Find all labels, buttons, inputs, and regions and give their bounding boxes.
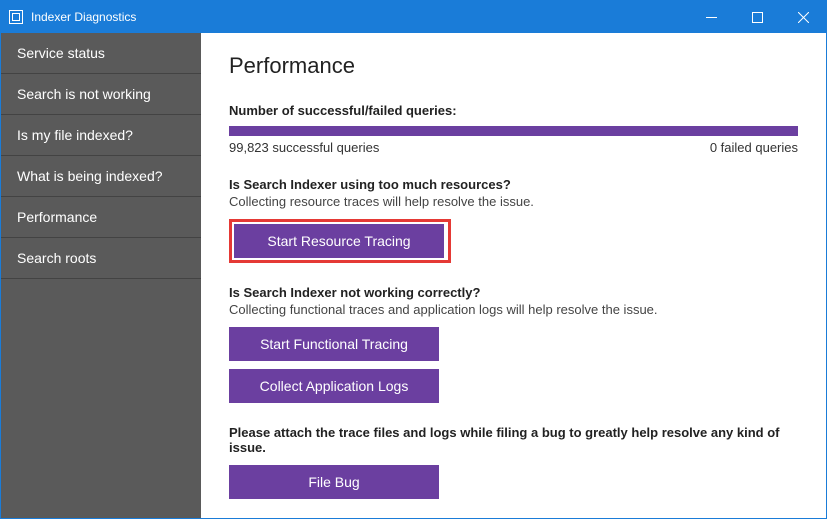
sidebar: Service status Search is not working Is …	[1, 33, 201, 518]
sidebar-item-performance[interactable]: Performance	[1, 197, 201, 238]
sidebar-item-search-roots[interactable]: Search roots	[1, 238, 201, 279]
resource-heading: Is Search Indexer using too much resourc…	[229, 177, 798, 192]
sidebar-item-file-indexed[interactable]: Is my file indexed?	[1, 115, 201, 156]
functional-block: Is Search Indexer not working correctly?…	[229, 285, 798, 403]
successful-queries-text: 99,823 successful queries	[229, 140, 379, 155]
sidebar-item-label: Search roots	[17, 250, 96, 266]
sidebar-item-label: Is my file indexed?	[17, 127, 133, 143]
sidebar-item-search-not-working[interactable]: Search is not working	[1, 74, 201, 115]
window-title: Indexer Diagnostics	[31, 10, 688, 24]
start-resource-tracing-button[interactable]: Start Resource Tracing	[234, 224, 444, 258]
sidebar-item-being-indexed[interactable]: What is being indexed?	[1, 156, 201, 197]
attach-block: Please attach the trace files and logs w…	[229, 425, 798, 499]
functional-heading: Is Search Indexer not working correctly?	[229, 285, 798, 300]
titlebar: Indexer Diagnostics	[1, 1, 826, 33]
resource-subtext: Collecting resource traces will help res…	[229, 194, 798, 209]
queries-heading: Number of successful/failed queries:	[229, 103, 798, 118]
queries-progress-bar	[229, 126, 798, 136]
sidebar-item-label: Search is not working	[17, 86, 151, 102]
maximize-icon	[752, 12, 763, 23]
close-button[interactable]	[780, 1, 826, 33]
queries-stats-row: 99,823 successful queries 0 failed queri…	[229, 140, 798, 155]
collect-application-logs-button[interactable]: Collect Application Logs	[229, 369, 439, 403]
file-bug-button[interactable]: File Bug	[229, 465, 439, 499]
close-icon	[798, 12, 809, 23]
app-icon	[9, 10, 23, 24]
resource-block: Is Search Indexer using too much resourc…	[229, 177, 798, 263]
sidebar-item-label: Service status	[17, 45, 105, 61]
start-functional-tracing-button[interactable]: Start Functional Tracing	[229, 327, 439, 361]
sidebar-item-label: What is being indexed?	[17, 168, 163, 184]
sidebar-item-service-status[interactable]: Service status	[1, 33, 201, 74]
minimize-icon	[706, 12, 717, 23]
minimize-button[interactable]	[688, 1, 734, 33]
sidebar-item-label: Performance	[17, 209, 97, 225]
maximize-button[interactable]	[734, 1, 780, 33]
resource-tracing-highlight: Start Resource Tracing	[229, 219, 451, 263]
page-title: Performance	[229, 53, 798, 79]
app-window: Indexer Diagnostics Service status Searc…	[0, 0, 827, 519]
attach-heading: Please attach the trace files and logs w…	[229, 425, 798, 455]
failed-queries-text: 0 failed queries	[710, 140, 798, 155]
functional-subtext: Collecting functional traces and applica…	[229, 302, 798, 317]
window-controls	[688, 1, 826, 33]
queries-block: Number of successful/failed queries: 99,…	[229, 103, 798, 155]
window-body: Service status Search is not working Is …	[1, 33, 826, 518]
main-content: Performance Number of successful/failed …	[201, 33, 826, 518]
